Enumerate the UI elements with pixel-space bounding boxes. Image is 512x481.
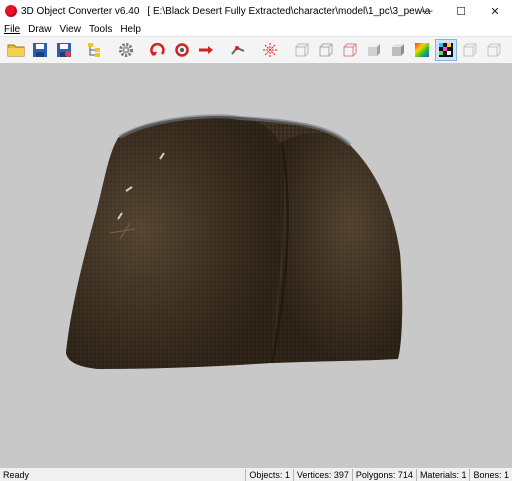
title-bar: 3D Object Converter v6.40 [ E:\Black Dese… (0, 0, 512, 22)
rotate-button[interactable] (148, 40, 168, 60)
close-button[interactable]: ✕ (478, 0, 512, 22)
scale-icon (231, 46, 245, 55)
mesh-left-shade (66, 115, 285, 369)
status-vertices: Vertices: 397 (292, 468, 352, 481)
solid-box-icon (368, 44, 380, 56)
open-button[interactable] (6, 40, 26, 60)
light-box-alt-button[interactable] (484, 40, 504, 60)
rotate-free-button[interactable] (172, 40, 192, 60)
status-materials: Materials: 1 (415, 468, 470, 481)
checker-box-icon (439, 43, 453, 57)
gear-icon (119, 43, 133, 57)
menu-bar: File Draw View Tools Help (0, 22, 512, 36)
move-button[interactable] (196, 40, 216, 60)
file-path: [ E:\Black Desert Fully Extracted\charac… (147, 5, 431, 17)
maximize-button[interactable]: ☐ (444, 0, 478, 22)
window-controls: — ☐ ✕ (410, 0, 512, 22)
wire-box-red-icon (343, 43, 357, 57)
app-icon[interactable] (5, 5, 17, 17)
solid-box-button[interactable] (364, 40, 384, 60)
save-as-button[interactable] (54, 40, 74, 60)
app-title: 3D Object Converter v6.40 (21, 5, 140, 17)
status-polygons: Polygons: 714 (351, 468, 416, 481)
scale-button[interactable] (228, 40, 248, 60)
wire-box-button[interactable] (292, 40, 312, 60)
menu-file[interactable]: File (0, 24, 24, 35)
toolbar (0, 36, 512, 64)
open-icon (7, 44, 25, 57)
close-icon: ✕ (490, 5, 500, 18)
status-bones: Bones: 1 (469, 468, 512, 481)
shaded-box-icon (392, 44, 404, 56)
pivot-button[interactable] (260, 40, 280, 60)
save-as-icon (57, 43, 71, 57)
mesh-render (66, 114, 403, 369)
checker-box-button[interactable] (435, 39, 457, 61)
wire-box-alt-button[interactable] (316, 40, 336, 60)
rotate-icon (150, 42, 165, 57)
settings-button[interactable] (116, 40, 136, 60)
3d-viewport[interactable] (0, 63, 512, 467)
light-box-alt-icon (487, 43, 501, 57)
texture-box-button[interactable] (412, 40, 432, 60)
mesh-right-shade (272, 133, 403, 363)
save-icon (33, 43, 47, 57)
tree-button[interactable] (84, 40, 104, 60)
wire-box-red-button[interactable] (340, 40, 360, 60)
menu-help[interactable]: Help (116, 24, 145, 35)
wire-box-alt-icon (319, 43, 333, 57)
light-box-button[interactable] (460, 40, 480, 60)
light-box-icon (463, 43, 477, 57)
move-icon (199, 46, 213, 54)
maximize-icon: ☐ (456, 5, 466, 18)
window-title: 3D Object Converter v6.40 [ E:\Black Dese… (21, 6, 431, 17)
menu-draw[interactable]: Draw (24, 24, 55, 35)
menu-tools[interactable]: Tools (85, 24, 116, 35)
wire-box-icon (295, 43, 309, 57)
status-ready: Ready (3, 469, 30, 480)
texture-box-icon (415, 43, 429, 57)
minimize-button[interactable]: — (410, 0, 444, 22)
minimize-icon: — (421, 5, 433, 17)
menu-view[interactable]: View (55, 24, 85, 35)
tree-icon (88, 43, 100, 57)
save-button[interactable] (30, 40, 50, 60)
status-objects: Objects: 1 (245, 468, 293, 481)
rotate-free-icon (175, 43, 189, 57)
pivot-icon (263, 43, 277, 57)
status-bar: Ready Objects: 1 Vertices: 397 Polygons:… (0, 467, 512, 481)
shaded-box-button[interactable] (388, 40, 408, 60)
